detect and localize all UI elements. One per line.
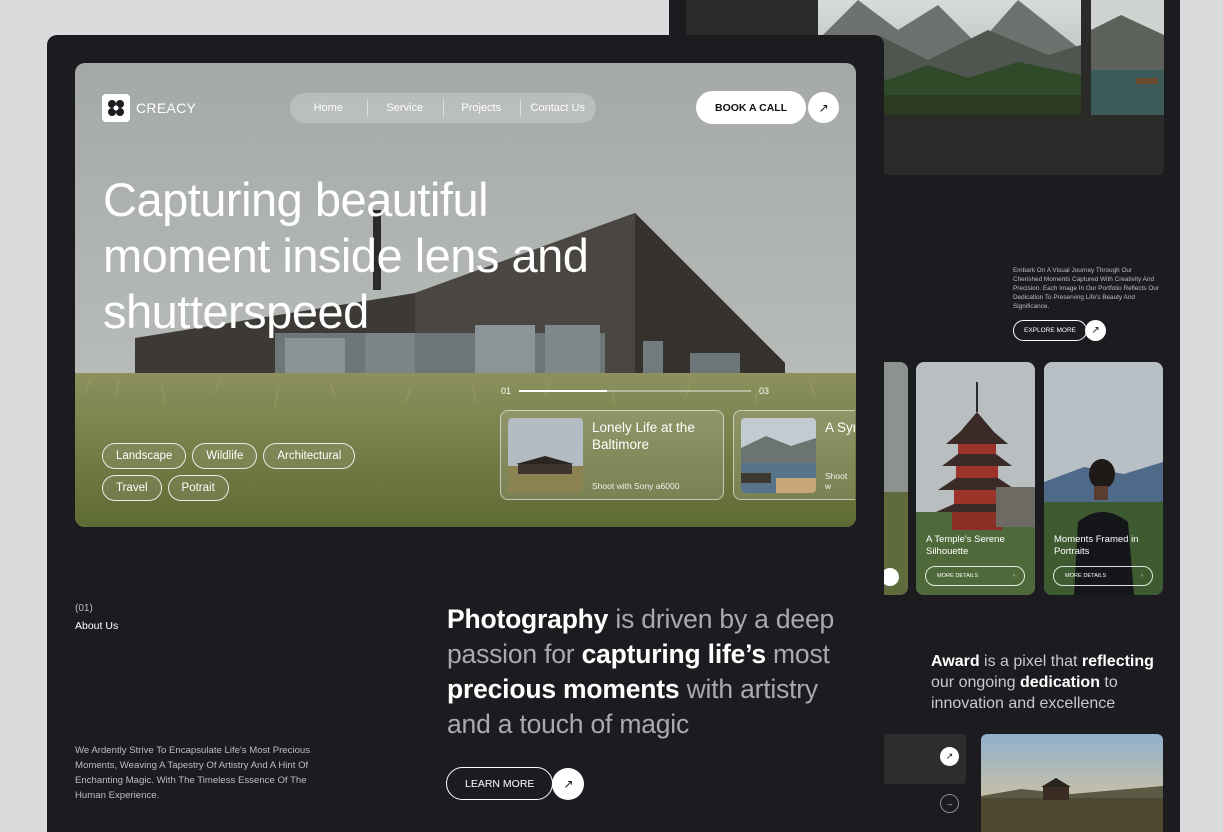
portfolio-description: Embark On A Visual Journey Through Our C… [1013, 267, 1159, 310]
slide-subtitle: Shoot with Sony a6000 [592, 481, 680, 491]
category-tags: Landscape Wildlife Architectural Travel … [102, 443, 362, 501]
arrow-right-icon[interactable]: → [940, 794, 959, 813]
book-a-call-button[interactable]: BOOK A CALL ↗ [696, 91, 840, 124]
about-blurb: We Ardently Strive To Encapsulate Life's… [75, 745, 311, 801]
tag-wildlife[interactable]: Wildlife [192, 443, 258, 469]
more-details-button[interactable]: MORE DETAILS › [1053, 566, 1153, 586]
tag-landscape[interactable]: Landscape [102, 443, 187, 469]
nav-home[interactable]: Home [290, 102, 367, 114]
barn-sunset-photo[interactable] [981, 734, 1163, 832]
partial-gallery-tile[interactable] [884, 362, 908, 595]
arrow-up-right-icon[interactable]: ↗ [940, 747, 959, 766]
book-a-call-label: BOOK A CALL [696, 91, 807, 124]
slide-thumbnail [508, 418, 583, 493]
slide-title: Lonely Life at the Baltimore [592, 420, 695, 452]
chevron-right-icon: › [1013, 573, 1015, 579]
nav-contact-us[interactable]: Contact Us [519, 99, 597, 117]
brand-mark-icon [102, 94, 130, 122]
nav-projects[interactable]: Projects [443, 99, 520, 117]
slide-card[interactable]: A Syr Seas Shoot w [733, 410, 855, 500]
explore-more-label: EXPLORE MORE [1013, 320, 1088, 341]
hero-headline: Capturing beautiful moment inside lens a… [103, 173, 589, 338]
slide-subtitle: Shoot w [825, 471, 848, 491]
section-number: (01) [75, 603, 93, 614]
nav-service[interactable]: Service [366, 99, 444, 117]
section-title: About Us [75, 620, 119, 632]
tile-caption: Moments Framed in Portraits [1054, 534, 1139, 557]
brand-name: CREACY [136, 100, 197, 116]
temple-gallery-tile[interactable]: A Temple's Serene Silhouette MORE DETAIL… [916, 362, 1035, 595]
tile-caption: A Temple's Serene Silhouette [926, 534, 1005, 557]
explore-more-button[interactable]: EXPLORE MORE ↗ [1013, 320, 1107, 341]
slide-title: A Syr Seas [825, 420, 855, 435]
progress-start: 01 [501, 386, 512, 396]
slide-thumbnail [741, 418, 816, 493]
chevron-right-icon: › [1141, 573, 1143, 579]
portrait-gallery-tile[interactable]: Moments Framed in Portraits MORE DETAILS… [1044, 362, 1163, 595]
more-details-label: MORE DETAILS [1065, 573, 1107, 579]
brand-logo[interactable]: CREACY [102, 94, 196, 122]
learn-more-label: LEARN MORE [446, 767, 554, 800]
more-details-label: MORE DETAILS [937, 573, 979, 579]
arrow-up-right-icon: ↗ [808, 92, 840, 123]
learn-more-button[interactable]: LEARN MORE ↗ [446, 767, 585, 800]
slide-card[interactable]: Lonely Life at the Baltimore Shoot with … [500, 410, 724, 500]
slide-progress: 01 03 [501, 386, 769, 396]
tag-potrait[interactable]: Potrait [167, 475, 229, 501]
main-navigation: Home Service Projects Contact Us [290, 93, 596, 123]
progress-fill [519, 390, 608, 392]
award-statement: Award is a pixel that reflecting our ong… [931, 653, 1154, 712]
arrow-up-right-icon: ↗ [1085, 320, 1107, 341]
progress-bar[interactable] [519, 390, 752, 392]
tag-travel[interactable]: Travel [102, 475, 162, 501]
about-statement: Photography is driven by a deep passion … [447, 604, 835, 739]
tag-architectural[interactable]: Architectural [263, 443, 356, 469]
lake-boat-photo[interactable] [1091, 0, 1164, 115]
progress-end: 03 [759, 386, 770, 396]
more-details-button[interactable]: MORE DETAILS › [925, 566, 1025, 586]
arrow-up-right-icon: ↗ [552, 767, 585, 800]
